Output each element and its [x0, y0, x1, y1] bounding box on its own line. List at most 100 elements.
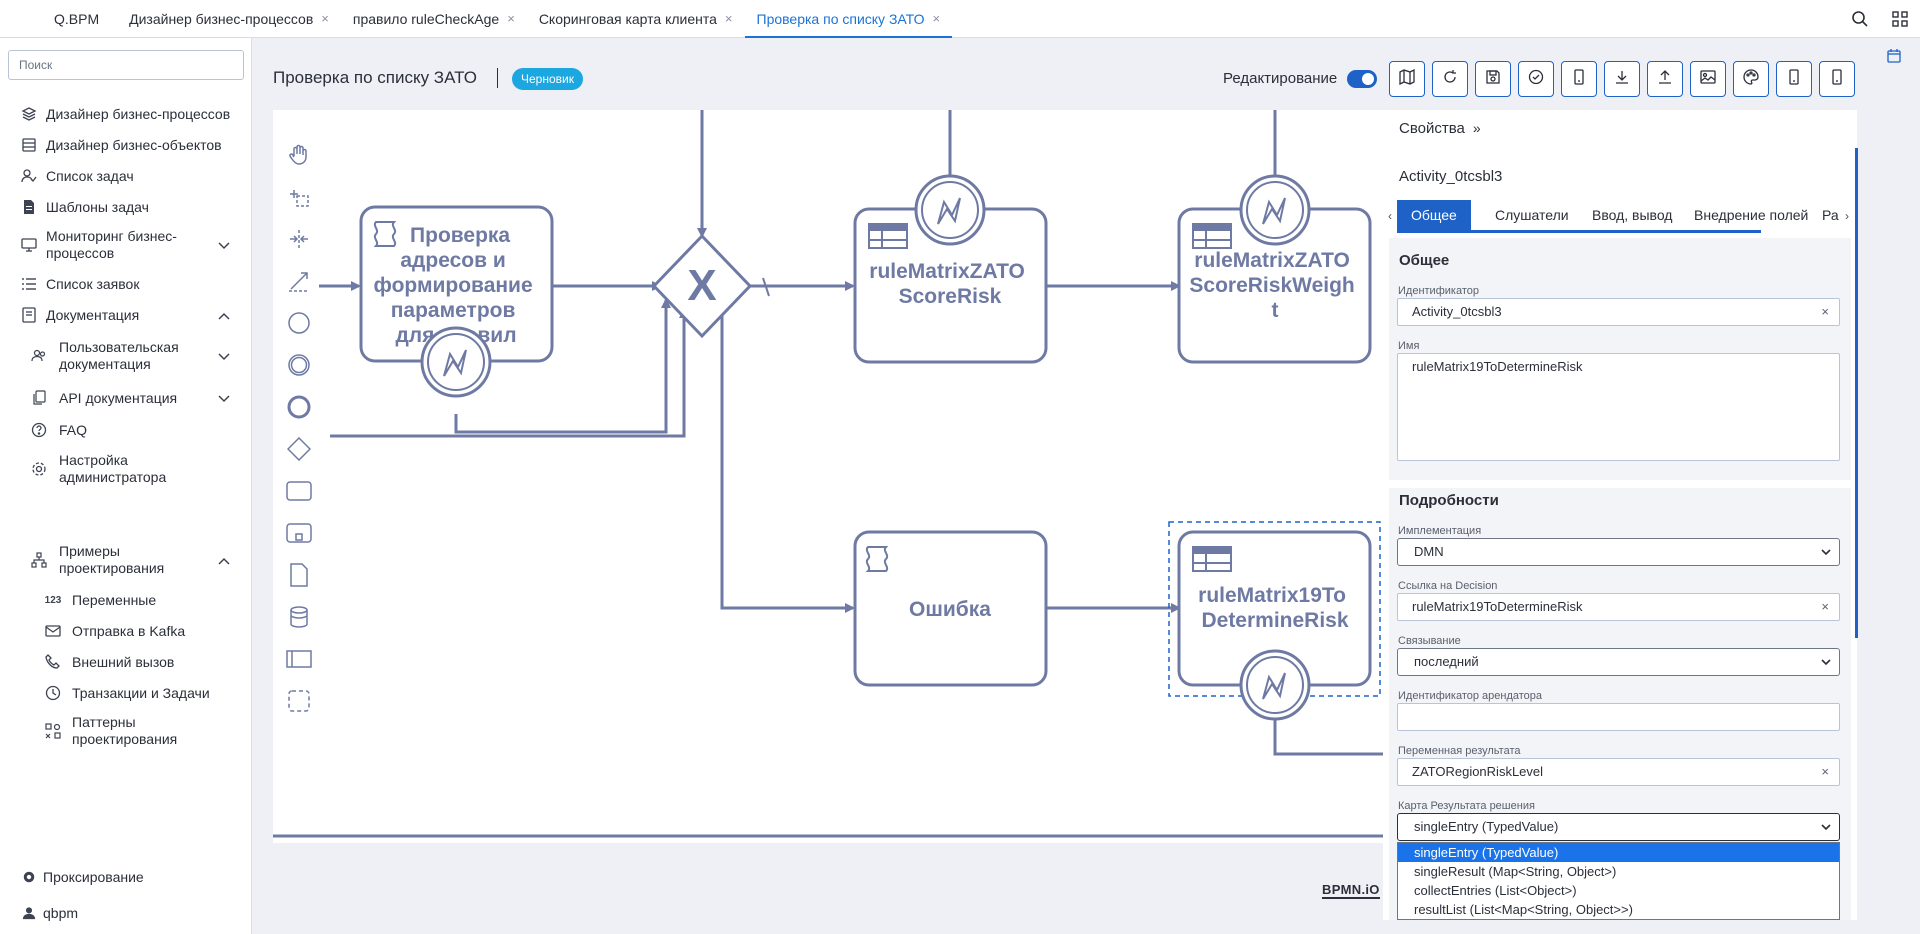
start-event-icon[interactable]: [285, 309, 313, 337]
sidebar-item-transactions[interactable]: Транзакции и Задачи: [0, 680, 252, 706]
sidebar-item-task-list[interactable]: Список задач: [0, 163, 252, 189]
title-divider: [497, 68, 498, 88]
refresh-button[interactable]: [1432, 61, 1468, 97]
name-field[interactable]: ruleMatrix19ToDetermineRisk: [1397, 353, 1840, 461]
binding-select[interactable]: последний: [1397, 648, 1840, 676]
save-button[interactable]: [1475, 61, 1511, 97]
sidebar-item-proxy[interactable]: Проксирование: [0, 864, 252, 890]
result-variable-field[interactable]: ZATORegionRiskLevel ×: [1397, 758, 1840, 786]
result-map-select[interactable]: singleEntry (TypedValue): [1397, 813, 1840, 841]
exclusive-gateway: X: [651, 233, 753, 339]
search-icon[interactable]: [1840, 0, 1880, 38]
tenant-id-field[interactable]: [1397, 703, 1840, 731]
field-label: Переменная результата: [1398, 745, 1521, 757]
sidebar-item-user[interactable]: qbpm: [0, 900, 252, 926]
connect-tool-icon[interactable]: [285, 267, 313, 295]
sidebar-item-label: Паттерны проектирования: [72, 714, 178, 747]
tab-label: Дизайнер бизнес-процессов: [129, 10, 314, 27]
tab-general[interactable]: Общее: [1397, 200, 1471, 230]
apps-grid-icon[interactable]: [1880, 0, 1920, 38]
sidebar-item-task-templates[interactable]: Шаблоны задач: [0, 194, 252, 220]
task-icon[interactable]: [285, 477, 313, 505]
chevron-down-icon[interactable]: [218, 237, 230, 253]
sidebar-item-faq[interactable]: FAQ: [0, 417, 252, 443]
mobile-view-button-3[interactable]: [1819, 61, 1855, 97]
dropdown-option[interactable]: resultList (List<Map<String, Object>>): [1398, 900, 1839, 919]
mobile-view-button-2[interactable]: [1776, 61, 1812, 97]
sidebar-item-external-call[interactable]: Внешний вызов: [0, 649, 252, 675]
export-image-button[interactable]: [1690, 61, 1726, 97]
field-label: Имя: [1398, 340, 1420, 352]
theme-button[interactable]: [1733, 61, 1769, 97]
chevron-down-icon[interactable]: [218, 348, 230, 364]
pool-icon[interactable]: [285, 645, 313, 673]
boundary-error-event-icon: [420, 326, 492, 398]
sidebar-item-variables[interactable]: 123 Переменные: [0, 587, 252, 613]
bpmn-io-logo[interactable]: BPMN.iO: [1322, 882, 1380, 899]
gateway-icon[interactable]: [285, 435, 313, 463]
sidebar-item-admin-settings[interactable]: Настройка администратора: [0, 449, 252, 489]
tab-label: Проверка по списку ЗАТО: [756, 10, 925, 27]
chevron-right-icon[interactable]: ›: [1845, 209, 1849, 223]
close-icon[interactable]: ×: [932, 11, 940, 26]
subprocess-icon[interactable]: [285, 519, 313, 547]
collapse-panel-icon[interactable]: »: [1473, 120, 1481, 136]
tab-listeners[interactable]: Слушатели: [1481, 200, 1583, 230]
chevron-down-icon[interactable]: [218, 390, 230, 406]
dropdown-option[interactable]: collectEntries (List<Object>): [1398, 881, 1839, 900]
validate-button[interactable]: [1518, 61, 1554, 97]
tab-input-output[interactable]: Ввод, вывод: [1578, 200, 1686, 230]
end-event-icon[interactable]: [285, 393, 313, 421]
id-field[interactable]: Activity_0tcsbl3 ×: [1397, 298, 1840, 326]
map-button[interactable]: [1389, 61, 1425, 97]
space-tool-icon[interactable]: [285, 225, 313, 253]
sidebar-item-kafka[interactable]: Отправка в Kafka: [0, 618, 252, 644]
tab-scoring-card[interactable]: Скоринговая карта клиента ×: [527, 0, 745, 37]
dropdown-option[interactable]: singleResult (Map<String, Object>): [1398, 862, 1839, 881]
chevron-left-icon[interactable]: ‹: [1388, 209, 1392, 223]
sidebar-item-requests[interactable]: Список заявок: [0, 271, 252, 297]
tab-field-injection[interactable]: Внедрение полей: [1680, 200, 1822, 230]
tool-palette: [279, 120, 319, 712]
data-object-icon[interactable]: [285, 561, 313, 589]
canvas-scrollbar[interactable]: [736, 762, 918, 786]
lasso-tool-icon[interactable]: [285, 183, 313, 211]
edit-mode-toggle[interactable]: [1347, 70, 1377, 88]
close-icon[interactable]: ×: [725, 11, 733, 26]
search-input[interactable]: [8, 50, 244, 80]
tab-rule-check-age[interactable]: правило ruleCheckAge ×: [341, 0, 527, 37]
sidebar-item-user-docs[interactable]: Пользовательская документация: [0, 336, 252, 376]
sidebar-item-monitoring[interactable]: Мониторинг бизнес-процессов: [0, 225, 252, 265]
clear-icon[interactable]: ×: [1821, 299, 1829, 325]
data-store-icon[interactable]: [285, 603, 313, 631]
close-icon[interactable]: ×: [507, 11, 515, 26]
tab-process-designer[interactable]: Дизайнер бизнес-процессов ×: [117, 0, 341, 37]
sidebar-item-design-examples[interactable]: Примеры проектирования: [0, 540, 252, 580]
sidebar-item-api-docs[interactable]: API документация: [0, 385, 252, 411]
hand-tool-icon[interactable]: [285, 141, 313, 169]
sidebar-item-process-designer[interactable]: Дизайнер бизнес-процессов: [0, 101, 252, 127]
calendar-icon[interactable]: [1886, 48, 1902, 69]
chevron-up-icon[interactable]: [218, 552, 230, 568]
sidebar-item-patterns[interactable]: Паттерны проектирования: [0, 711, 252, 751]
close-icon[interactable]: ×: [321, 11, 329, 26]
properties-scrollbar[interactable]: [1855, 148, 1858, 638]
sidebar-item-object-designer[interactable]: Дизайнер бизнес-объектов: [0, 132, 252, 158]
upload-button[interactable]: [1647, 61, 1683, 97]
group-icon[interactable]: [285, 687, 313, 715]
bpmn-diagram[interactable]: Проверка адресов и формирование параметр…: [273, 110, 1383, 843]
download-button[interactable]: [1604, 61, 1640, 97]
mobile-view-button[interactable]: [1561, 61, 1597, 97]
bpmn-canvas[interactable]: Проверка адресов и формирование параметр…: [273, 110, 1383, 843]
tab-zato-check[interactable]: Проверка по списку ЗАТО ×: [744, 0, 953, 38]
tab-home[interactable]: Q.BPM: [0, 0, 117, 37]
decision-ref-field[interactable]: ruleMatrix19ToDetermineRisk ×: [1397, 593, 1840, 621]
implementation-select[interactable]: DMN: [1397, 538, 1840, 566]
intermediate-event-icon[interactable]: [285, 351, 313, 379]
dropdown-option[interactable]: singleEntry (TypedValue): [1398, 843, 1839, 862]
chevron-up-icon[interactable]: [218, 307, 230, 323]
clear-icon[interactable]: ×: [1821, 759, 1829, 785]
sidebar-item-documentation[interactable]: Документация: [0, 302, 252, 328]
palette-icon: [1743, 68, 1759, 90]
clear-icon[interactable]: ×: [1821, 594, 1829, 620]
